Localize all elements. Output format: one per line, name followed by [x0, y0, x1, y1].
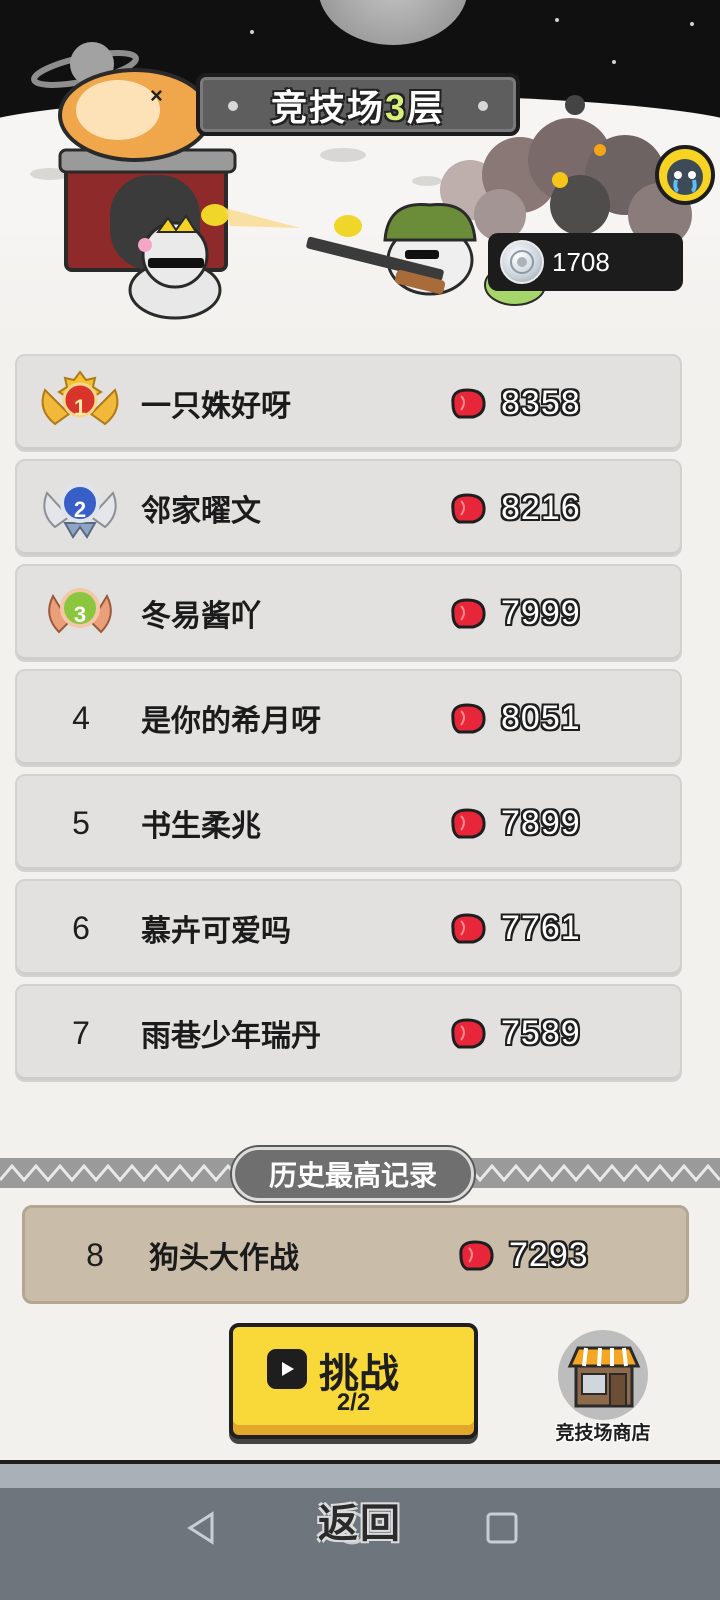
boxing-glove-icon: [451, 598, 486, 629]
arena-title-prefix: 竞技场: [270, 86, 385, 128]
history-best-label: 历史最高记录: [232, 1147, 474, 1201]
player-score: 7999: [501, 593, 581, 632]
leaderboard-row[interactable]: 6 慕卉可爱吗 7761: [15, 879, 682, 977]
plate-bolt: [228, 101, 238, 111]
crying-dog-emoji-button[interactable]: [655, 145, 715, 205]
soldier-dog-character: [306, 202, 477, 296]
boxing-glove-icon: [451, 808, 486, 839]
medal-rank-number: 1: [73, 395, 87, 420]
boxing-glove-icon: [451, 913, 486, 944]
leaderboard-row[interactable]: 1 一只姝好呀 8358: [15, 354, 682, 452]
silver-coin-icon: [500, 240, 544, 284]
leaderboard-row[interactable]: 4 是你的希月呀 8051: [15, 669, 682, 767]
player-score: 7899: [501, 803, 581, 842]
boxing-glove-icon: [459, 1240, 494, 1271]
boxing-glove-icon: [451, 1018, 486, 1049]
rank-number: 8: [86, 1236, 104, 1273]
player-name: 狗头大作战: [149, 1241, 299, 1276]
player-score: 7589: [501, 1013, 581, 1052]
system-recents-icon[interactable]: [480, 1506, 524, 1550]
arena-hero-banner: × 竞技场3层 1708: [0, 0, 720, 345]
crying-dog-icon: [667, 159, 703, 195]
plate-bolt: [478, 101, 488, 111]
arena-title: 竞技场3层: [271, 79, 445, 131]
svg-text:×: ×: [150, 83, 163, 108]
currency-value: 1708: [552, 246, 610, 277]
rank-number: 6: [72, 909, 90, 946]
battle-scene-illustration: ×: [58, 68, 692, 320]
boxing-glove-icon: [451, 388, 486, 419]
ground-strip: [0, 1460, 720, 1488]
player-score: 7293: [509, 1235, 589, 1274]
medal-rank-number: 2: [73, 497, 87, 522]
arena-title-plate: 竞技场3层: [196, 73, 520, 136]
boxing-glove-icon: [451, 703, 486, 734]
leaderboard-row[interactable]: 5 书生柔兆 7899: [15, 774, 682, 872]
player-name: 冬易酱吖: [141, 599, 261, 634]
player-score: 8216: [501, 488, 581, 527]
medal-rank-number: 3: [73, 602, 87, 627]
boxing-glove-icon: [451, 493, 486, 524]
rank-number: 7: [72, 1014, 90, 1051]
arena-shop-button[interactable]: 竞技场商店: [548, 1328, 658, 1444]
arena-floor-number: 3: [384, 86, 408, 128]
challenge-count: 2/2: [336, 1389, 371, 1416]
return-button[interactable]: 返回: [300, 1490, 420, 1550]
orange-cat-image: ×: [58, 68, 212, 162]
currency-display: 1708: [488, 233, 683, 291]
system-back-icon[interactable]: [180, 1506, 224, 1550]
player-score: 8051: [501, 698, 581, 737]
shop-label: 竞技场商店: [555, 1422, 651, 1444]
arena-title-suffix: 层: [407, 86, 446, 128]
my-best-record-row: 8 狗头大作战 7293: [22, 1205, 689, 1304]
player-score: 7761: [501, 908, 581, 947]
player-name: 雨巷少年瑞丹: [141, 1019, 321, 1054]
player-score: 8358: [501, 383, 581, 422]
player-name: 慕卉可爱吗: [141, 914, 291, 949]
coin-face-glyph: [510, 250, 534, 274]
shop-stall-icon: [567, 1346, 641, 1408]
rank-number: 4: [72, 699, 90, 736]
rank-number: 5: [72, 804, 90, 841]
player-name: 邻家曜文: [141, 494, 261, 529]
player-name: 是你的希月呀: [141, 704, 321, 739]
player-name: 一只姝好呀: [141, 389, 291, 424]
leaderboard-row[interactable]: 7 雨巷少年瑞丹 7589: [15, 984, 682, 1082]
player-name: 书生柔兆: [141, 809, 261, 844]
video-play-icon: [267, 1349, 307, 1389]
leaderboard-row[interactable]: 3 冬易酱吖 7999: [15, 564, 682, 662]
leaderboard-row[interactable]: 2 邻家曜文 8216: [15, 459, 682, 557]
play-triangle-glyph: [282, 1362, 294, 1376]
leaderboard-list: 1 一只姝好呀 8358 2 邻家曜文 8216 3 冬易酱吖 7999 4 是…: [15, 354, 682, 1089]
challenge-button[interactable]: 挑战 2/2: [229, 1323, 478, 1439]
